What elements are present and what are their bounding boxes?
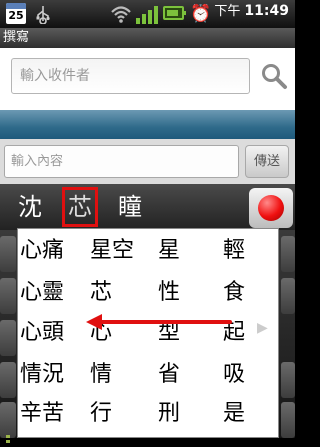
send-button[interactable]: 傳送 (245, 145, 289, 178)
popup-candidate[interactable]: 刑 (158, 396, 180, 432)
popup-candidate[interactable]: 芯 (90, 275, 112, 311)
clock-ampm: 下午 (214, 4, 241, 19)
keyboard-key[interactable] (281, 236, 295, 272)
search-icon[interactable] (260, 62, 288, 90)
popup-candidate[interactable]: 輕 (223, 233, 245, 269)
wifi-icon (110, 4, 132, 24)
message-list-area (0, 110, 295, 139)
keyboard-key[interactable] (0, 362, 16, 398)
swipe-left-arrow-icon (84, 312, 232, 332)
candidate-item-selected[interactable]: 芯 (62, 187, 98, 227)
candidate-popup: 心痛 星空 星 輕 心靈 芯 性 食 心頭 心 型 起 情況 情 省 吸 辛苦 … (17, 228, 279, 438)
calendar-day: 25 (8, 9, 24, 22)
candidate-item[interactable]: 瞳 (112, 184, 148, 230)
popup-candidate[interactable]: 情 (90, 357, 112, 393)
popup-candidate[interactable]: 省 (158, 357, 180, 393)
popup-candidate[interactable]: 性 (158, 275, 180, 311)
popup-candidate[interactable]: 是 (223, 396, 245, 432)
popup-candidate[interactable]: 吸 (223, 357, 245, 393)
popup-candidate[interactable]: 心靈 (20, 275, 64, 311)
clock: 下午 11:49 (214, 0, 289, 28)
popup-candidate[interactable]: 情況 (20, 357, 64, 393)
popup-candidate[interactable]: 辛苦 (20, 396, 64, 432)
keyboard-key[interactable] (0, 236, 16, 272)
popup-candidate[interactable]: 食 (223, 275, 245, 311)
usb-icon (33, 4, 53, 25)
signal-icon (136, 4, 158, 24)
keyboard-key[interactable] (0, 278, 16, 314)
content-input[interactable]: 輸入內容 (4, 145, 239, 178)
calendar-icon: 25 (6, 3, 26, 24)
chevron-right-icon[interactable]: ▶ (257, 320, 268, 336)
alarm-icon: ⏰ (190, 4, 212, 24)
candidate-item[interactable]: 沈 (12, 184, 48, 230)
compose-panel: 輸入內容 傳送 (0, 139, 295, 184)
popup-candidate[interactable]: 行 (90, 396, 112, 432)
popup-candidate[interactable]: 星空 (90, 233, 134, 269)
recipient-panel: 輸入收件者 (0, 48, 295, 110)
record-icon (258, 195, 284, 221)
keyboard-key[interactable] (0, 320, 16, 356)
status-bar: 25 ⏰ 下午 11:49 (0, 0, 295, 28)
recipient-placeholder: 輸入收件者 (20, 68, 90, 84)
popup-candidate[interactable]: 心痛 (20, 233, 64, 269)
keyboard-key[interactable] (281, 278, 295, 314)
recipient-input[interactable]: 輸入收件者 (11, 58, 250, 94)
window-title: 撰寫 (0, 28, 295, 48)
popup-candidate[interactable]: 心頭 (20, 315, 64, 351)
popup-candidate[interactable]: 星 (158, 233, 180, 269)
battery-icon (163, 6, 186, 20)
content-placeholder: 輸入內容 (11, 154, 64, 169)
clock-time: 11:49 (244, 3, 289, 19)
keyboard-key[interactable] (281, 362, 295, 398)
keyboard-key[interactable] (281, 402, 295, 438)
record-button[interactable] (249, 188, 293, 228)
